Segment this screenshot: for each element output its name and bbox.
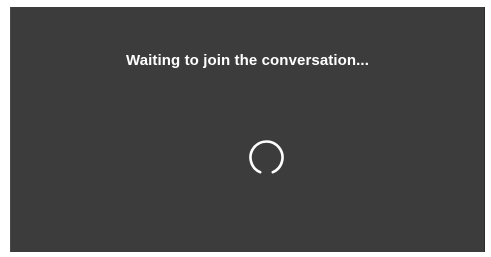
loading-spinner-icon [249,140,284,174]
waiting-dialog: Waiting to join the conversation... [10,7,485,252]
spinner-arc [249,140,284,174]
status-message: Waiting to join the conversation... [126,52,369,69]
